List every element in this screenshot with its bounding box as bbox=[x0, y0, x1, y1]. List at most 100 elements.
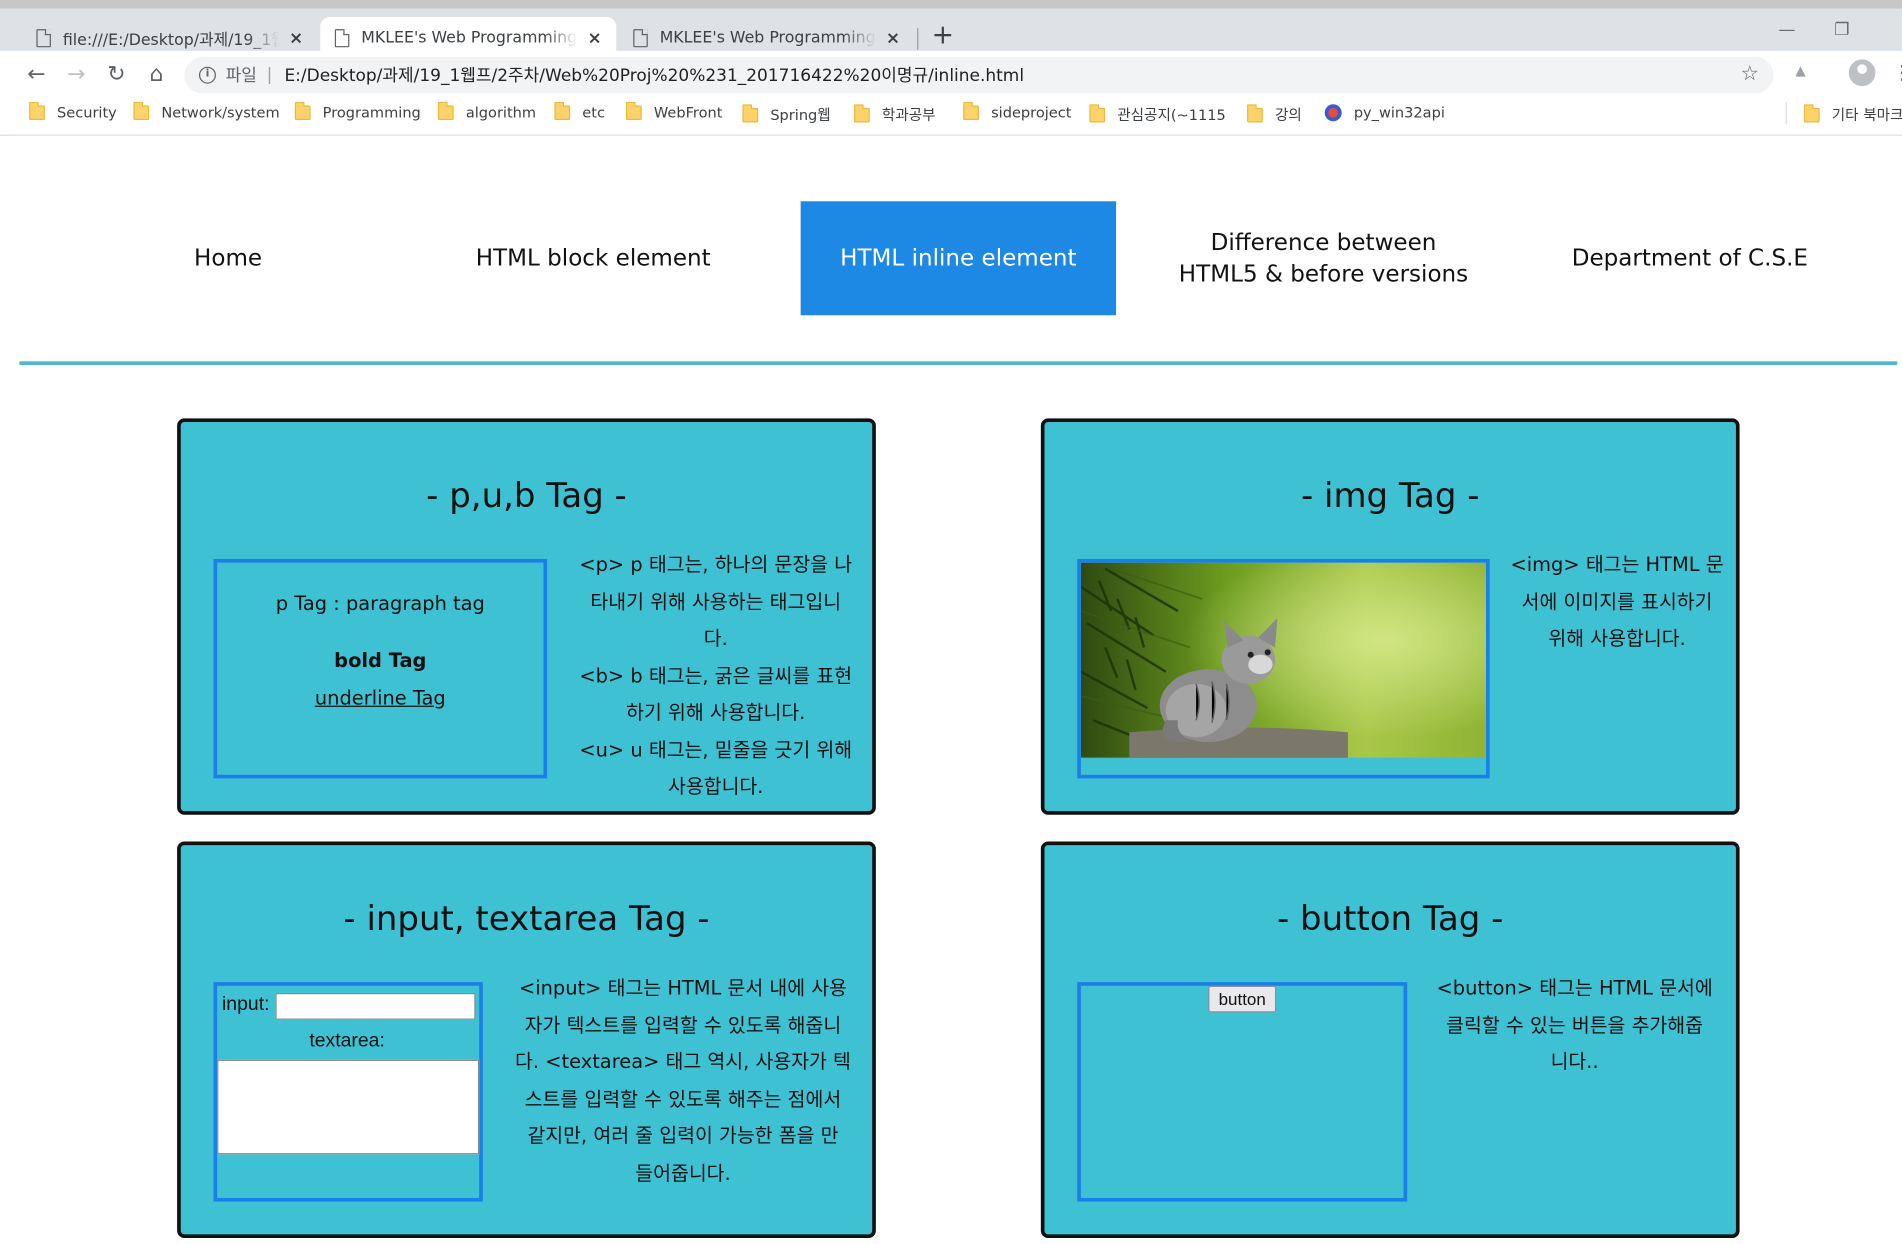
folder-icon bbox=[437, 101, 454, 121]
card-img-tag: - img Tag - <img> 태그는 HTML 문 서에 이미지를 표시하… bbox=[1040, 418, 1740, 815]
bookmark-folder[interactable]: sideproject bbox=[963, 101, 1072, 122]
bookmark-folder[interactable]: algorithm bbox=[437, 101, 537, 122]
card-title: - button Tag - bbox=[1276, 898, 1504, 939]
demo-underline: underline Tag bbox=[314, 686, 446, 710]
nav-item-department[interactable]: Department of C.S.E bbox=[1532, 201, 1847, 315]
menu-icon[interactable]: ⋮ bbox=[1892, 61, 1902, 84]
tab-strip: file:///E:/Desktop/과제/19_1웹프 × MKLEE's W… bbox=[0, 0, 1902, 60]
desc-line: 같지만, 여러 줄 입력이 가능한 폼을 만 bbox=[527, 1123, 839, 1148]
nav-item-home[interactable]: Home bbox=[107, 201, 350, 315]
desc-line: <img> 태그는 HTML 문 bbox=[1510, 552, 1724, 576]
bookmark-label: 강의 bbox=[1274, 106, 1302, 124]
other-bookmarks-folder[interactable]: 기타 북마크 bbox=[1803, 103, 1902, 125]
desc-line: 서에 이미지를 표시하기 bbox=[1521, 589, 1713, 613]
bookmark-folder[interactable]: Programming bbox=[294, 101, 421, 122]
page-content: Home HTML block element HTML inline elem… bbox=[9, 135, 1902, 1244]
input-label: input: bbox=[221, 994, 270, 1015]
img-description: <img> 태그는 HTML 문 서에 이미지를 표시하기 위해 사용합니다. bbox=[1508, 547, 1726, 658]
bookmarks-bar: Security Network/system Programming algo… bbox=[0, 97, 1902, 136]
bookmark-folder[interactable]: 학과공부 bbox=[854, 103, 936, 125]
folder-icon bbox=[554, 101, 571, 121]
bookmark-folder[interactable]: Spring웹 bbox=[742, 103, 831, 125]
folder-icon bbox=[133, 101, 150, 121]
bookmark-star-icon[interactable]: ☆ bbox=[1740, 62, 1758, 86]
desc-line: 스트를 입력할 수 있도록 해주는 점에서 bbox=[524, 1087, 842, 1111]
bookmark-folder[interactable]: etc bbox=[554, 101, 605, 122]
address-divider: | bbox=[266, 65, 273, 85]
card-title: - p,u,b Tag - bbox=[426, 475, 627, 516]
input-demo-box: input: textarea: bbox=[213, 982, 483, 1202]
nav-label: Home bbox=[194, 244, 263, 272]
bookmark-label: Programming bbox=[322, 104, 421, 122]
folder-icon bbox=[854, 103, 870, 122]
desc-line: <p> p 태그는, 하나의 문장을 나 bbox=[579, 552, 853, 576]
desc-line: 자가 텍스트를 입력할 수 있도록 해줍니 bbox=[524, 1013, 842, 1037]
bookmark-separator bbox=[1785, 101, 1787, 124]
desc-line: 사용합니다. bbox=[668, 774, 764, 798]
bookmark-label: etc bbox=[582, 104, 605, 122]
profile-avatar[interactable] bbox=[1848, 59, 1876, 87]
desc-line: 타내기 위해 사용하는 태그입니 bbox=[590, 589, 842, 613]
card-title: - input, textarea Tag - bbox=[343, 898, 710, 939]
extension-icon[interactable]: ▲ bbox=[1795, 63, 1805, 79]
forward-icon[interactable]: → bbox=[61, 58, 93, 90]
minimize-icon[interactable]: — bbox=[1778, 21, 1795, 40]
reload-icon[interactable]: ↻ bbox=[101, 58, 133, 90]
tab-title: MKLEE's Web Programming 1th bbox=[659, 29, 876, 48]
nav-item-html5-difference[interactable]: Difference between HTML5 & before versio… bbox=[1166, 201, 1481, 315]
bookmark-label: 학과공부 bbox=[881, 106, 936, 124]
home-icon[interactable]: ⌂ bbox=[141, 58, 173, 90]
info-icon[interactable]: i bbox=[198, 66, 216, 84]
desc-line: <button> 태그는 HTML 문서에 bbox=[1436, 976, 1713, 1000]
folder-icon bbox=[29, 101, 45, 121]
bookmark-label: WebFront bbox=[653, 104, 723, 122]
text-input[interactable] bbox=[275, 993, 476, 1020]
card-input-textarea-tag: - input, textarea Tag - input: textarea:… bbox=[177, 841, 876, 1238]
desc-line: <b> b 태그는, 굵은 글씨를 표현 bbox=[579, 663, 853, 687]
nav-item-inline-element[interactable]: HTML inline element bbox=[800, 201, 1117, 316]
folder-icon bbox=[1247, 103, 1263, 122]
demo-button[interactable]: button bbox=[1208, 985, 1277, 1013]
folder-icon bbox=[294, 101, 311, 121]
bookmark-label: Security bbox=[57, 104, 117, 122]
desc-line: 들어줍니다. bbox=[635, 1160, 731, 1185]
desc-line: <input> 태그는 HTML 문서 내에 사용 bbox=[518, 976, 847, 1000]
restore-icon[interactable]: ❐ bbox=[1834, 21, 1849, 40]
textarea-label: textarea: bbox=[309, 1030, 385, 1052]
card-button-tag: - button Tag - button <button> 태그는 HTML … bbox=[1040, 841, 1740, 1238]
folder-icon bbox=[1803, 103, 1820, 122]
tab-close-icon[interactable]: × bbox=[289, 28, 303, 47]
desc-line: 다. bbox=[703, 626, 728, 650]
bookmark-label: sideproject bbox=[991, 104, 1072, 122]
url-text[interactable]: E:/Desktop/과제/19_1웹프/2주차/Web%20Proj%20%2… bbox=[284, 63, 1024, 87]
bookmark-folder[interactable]: Security bbox=[29, 101, 117, 122]
textarea-field[interactable] bbox=[217, 1059, 480, 1155]
demo-bold: bold Tag bbox=[334, 648, 427, 672]
folder-icon bbox=[1089, 103, 1106, 122]
desc-line: 하기 위해 사용합니다. bbox=[626, 700, 806, 724]
tab-close-icon[interactable]: × bbox=[587, 28, 601, 47]
folder-icon bbox=[625, 101, 642, 121]
desc-line: 니다.. bbox=[1550, 1050, 1599, 1074]
nav-label: Difference between bbox=[1210, 229, 1437, 256]
bookmark-folder[interactable]: 강의 bbox=[1247, 103, 1302, 125]
bookmark-link[interactable]: py_win32api bbox=[1324, 104, 1445, 122]
bookmark-folder[interactable]: WebFront bbox=[625, 101, 723, 122]
new-tab-button[interactable]: + bbox=[932, 21, 954, 51]
desc-line: 위해 사용합니다. bbox=[1548, 626, 1686, 650]
tab-separator bbox=[917, 27, 919, 50]
document-icon bbox=[633, 29, 648, 48]
address-bar[interactable]: i 파일 | E:/Desktop/과제/19_1웹프/2주차/Web%20Pr… bbox=[184, 56, 1774, 94]
bookmark-label: algorithm bbox=[465, 104, 537, 122]
tab-close-icon[interactable]: × bbox=[886, 28, 900, 47]
bookmark-label: Spring웹 bbox=[770, 106, 831, 124]
nav-item-block-element[interactable]: HTML block element bbox=[436, 201, 751, 315]
bookmark-folder[interactable]: Network/system bbox=[133, 101, 280, 121]
back-icon[interactable]: ← bbox=[21, 58, 53, 90]
card-pub-tag: - p,u,b Tag - p Tag : paragraph tag bold… bbox=[177, 418, 876, 815]
desc-line: 다. <textarea> 태그 역시, 사용자가 텍 bbox=[515, 1050, 851, 1074]
nav-divider bbox=[19, 361, 1898, 365]
bookmark-folder[interactable]: 관심공지(~1115 bbox=[1089, 103, 1226, 125]
kitten-image bbox=[1080, 562, 1487, 758]
pub-demo-box: p Tag : paragraph tag bold Tag underline… bbox=[213, 558, 548, 779]
